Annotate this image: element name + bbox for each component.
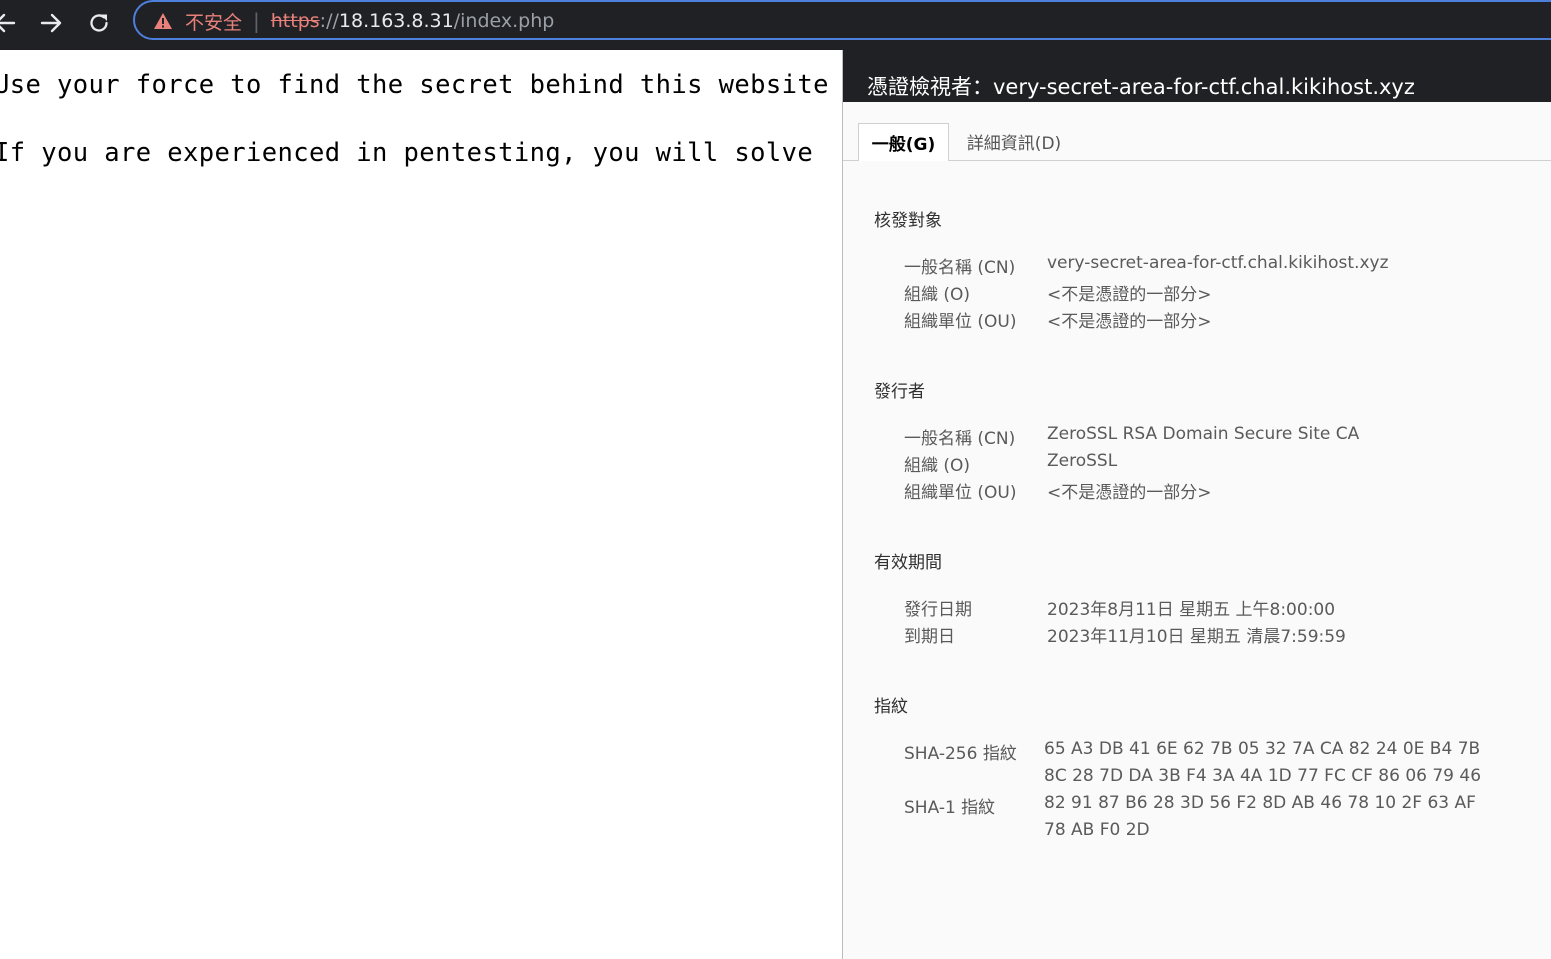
validity-issued-label: 發行日期: [904, 600, 972, 620]
back-button[interactable]: [0, 6, 22, 40]
section-fingerprints-title: 指紋: [874, 697, 908, 717]
sha1-value-line-1: 82 91 87 B6 28 3D 56 F2 8D AB 46 78 10 2…: [1044, 793, 1476, 813]
cert-tabs: 一般(G) 詳細資訊(D): [843, 102, 1551, 161]
page-text-line-1: Use your force to find the secret behind…: [0, 70, 829, 100]
validity-expires-label: 到期日: [904, 627, 955, 647]
reload-button[interactable]: [82, 6, 116, 40]
omnibox-separator: |: [253, 9, 260, 33]
url-host: 18.163.8.31: [338, 10, 454, 32]
issued-by-cn-label: 一般名稱 (CN): [904, 429, 1016, 449]
sha1-value-line-2: 78 AB F0 2D: [1044, 820, 1150, 840]
issued-to-cn-value: very-secret-area-for-ctf.chal.kikihost.x…: [1047, 253, 1389, 273]
section-issued-to-title: 核發對象: [874, 211, 942, 231]
issued-by-cn-value: ZeroSSL RSA Domain Secure Site CA: [1047, 424, 1360, 444]
certificate-viewer: 憑證檢視者：very-secret-area-for-ctf.chal.kiki…: [842, 50, 1551, 959]
issued-to-o-label: 組織 (O): [904, 285, 971, 305]
tabs-divider: [843, 160, 1551, 161]
issued-by-o-value: ZeroSSL: [1047, 451, 1118, 471]
url-scheme: https: [270, 10, 320, 32]
sha256-value-line-1: 65 A3 DB 41 6E 62 7B 05 32 7A CA 82 24 0…: [1044, 739, 1481, 759]
issued-to-ou-value: <不是憑證的一部分>: [1047, 312, 1212, 332]
section-issued-by-title: 發行者: [874, 382, 925, 402]
url-path: /index.php: [453, 10, 555, 32]
arrow-right-icon: [40, 12, 62, 34]
web-page-content: Use your force to find the secret behind…: [0, 50, 843, 959]
tab-general[interactable]: 一般(G): [858, 123, 949, 161]
issued-to-cn-label: 一般名稱 (CN): [904, 258, 1016, 278]
issued-to-o-value: <不是憑證的一部分>: [1047, 285, 1212, 305]
tab-details[interactable]: 詳細資訊(D): [959, 123, 1069, 160]
url-slashes: ://: [319, 10, 339, 32]
issued-by-ou-label: 組織單位 (OU): [904, 483, 1017, 503]
validity-expires-value: 2023年11月10日 星期五 清晨7:59:59: [1047, 627, 1346, 647]
security-status-label[interactable]: 不安全: [185, 8, 242, 35]
address-bar[interactable]: 不安全 | https://18.163.8.31/index.php: [133, 0, 1551, 40]
section-validity-title: 有效期間: [874, 553, 942, 573]
reload-icon: [88, 12, 110, 34]
page-text-line-2: If you are experienced in pentesting, yo…: [0, 138, 814, 168]
cert-viewer-header: 憑證檢視者：very-secret-area-for-ctf.chal.kiki…: [843, 50, 1551, 102]
issued-by-o-label: 組織 (O): [904, 456, 971, 476]
sha256-label: SHA-256 指紋: [904, 744, 1017, 764]
arrow-left-icon: [0, 12, 16, 34]
cert-viewer-title: 憑證檢視者：very-secret-area-for-ctf.chal.kiki…: [867, 75, 1415, 99]
validity-issued-value: 2023年8月11日 星期五 上午8:00:00: [1047, 600, 1336, 620]
issued-to-ou-label: 組織單位 (OU): [904, 312, 1017, 332]
forward-button[interactable]: [34, 6, 68, 40]
browser-toolbar: 不安全 | https://18.163.8.31/index.php: [0, 0, 1551, 50]
warning-triangle-icon[interactable]: [153, 12, 173, 30]
sha256-value-line-2: 8C 28 7D DA 3B F4 3A 4A 1D 77 FC CF 86 0…: [1044, 766, 1482, 786]
sha1-label: SHA-1 指紋: [904, 798, 996, 818]
issued-by-ou-value: <不是憑證的一部分>: [1047, 483, 1212, 503]
